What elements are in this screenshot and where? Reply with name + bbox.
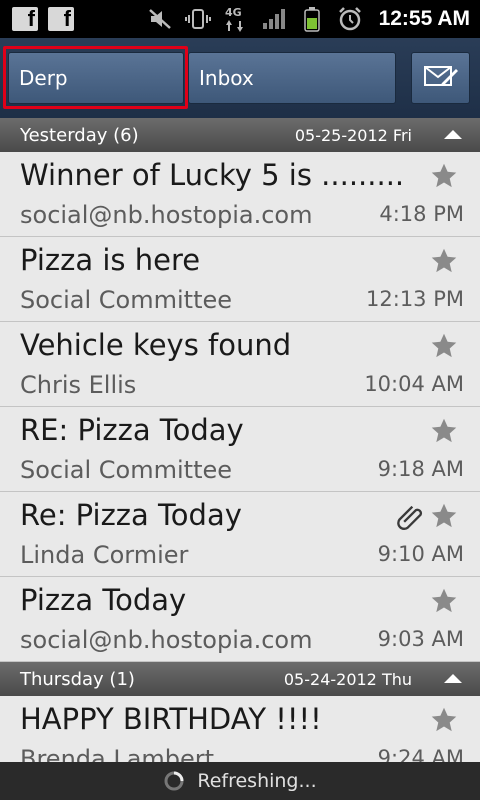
star-icon[interactable] (430, 162, 458, 190)
star-icon[interactable] (430, 417, 458, 445)
star-icon[interactable] (430, 587, 458, 615)
message-sender: Social Committee (20, 286, 233, 314)
action-bar: Derp Inbox (0, 38, 480, 118)
folder-label: Inbox (199, 66, 254, 90)
facebook-icon: f (48, 7, 74, 31)
4g-icon: 4G (223, 6, 249, 32)
notification-icons: f f (12, 7, 74, 31)
star-icon[interactable] (430, 706, 458, 734)
message-subject: RE: Pizza Today (20, 413, 244, 447)
section-title: Yesterday (6) (20, 124, 139, 146)
message-row[interactable]: RE: Pizza Today Social Committee 9:18 AM (0, 407, 480, 492)
message-sender: social@nb.hostopia.com (20, 201, 313, 229)
spinner-icon (164, 771, 184, 791)
message-subject: Pizza Today (20, 583, 187, 617)
section-date: 05-24-2012 Thu (283, 669, 412, 689)
message-time: 10:04 AM (364, 372, 464, 396)
message-time: 4:18 PM (379, 202, 464, 226)
battery-icon (299, 7, 325, 32)
folder-selector-button[interactable]: Inbox (188, 52, 396, 104)
message-sender: Linda Cormier (20, 541, 189, 569)
attachment-icon (397, 505, 422, 530)
account-selector-button[interactable]: Derp (8, 52, 184, 104)
message-row[interactable]: Winner of Lucky 5 is ......... social@nb… (0, 152, 480, 237)
message-subject: Pizza is here (20, 243, 201, 277)
refresh-status-bar: Refreshing... (0, 762, 480, 800)
message-sender: Chris Ellis (20, 371, 137, 399)
compose-mail-icon (423, 63, 458, 94)
mute-icon (147, 7, 173, 31)
message-row[interactable]: HAPPY BIRTHDAY !!!! Brenda Lambert 9:24 … (0, 696, 480, 762)
message-time: 12:13 PM (366, 287, 464, 311)
collapse-arrow-icon[interactable] (444, 674, 462, 683)
account-label: Derp (19, 66, 68, 90)
message-row[interactable]: Vehicle keys found Chris Ellis 10:04 AM (0, 322, 480, 407)
section-title: Thursday (1) (20, 668, 135, 690)
section-header-yesterday[interactable]: Yesterday (6) 05-25-2012 Fri (0, 118, 480, 152)
message-sender: Brenda Lambert (20, 745, 215, 762)
network-label: 4G (225, 6, 242, 19)
compose-button[interactable] (411, 52, 470, 104)
star-icon[interactable] (430, 332, 458, 360)
star-icon[interactable] (430, 502, 458, 530)
system-icons: 4G 12:55 AM (147, 4, 470, 34)
section-date: 05-25-2012 Fri (294, 125, 412, 145)
status-bar: f f 4G 12:55 AM (0, 0, 480, 38)
message-subject: Re: Pizza Today (20, 498, 242, 532)
status-time: 12:55 AM (378, 7, 470, 30)
refresh-status-text: Refreshing... (197, 770, 317, 792)
message-subject: Vehicle keys found (20, 328, 292, 362)
message-time: 9:03 AM (377, 627, 464, 651)
message-subject: HAPPY BIRTHDAY !!!! (20, 702, 322, 736)
message-time: 9:18 AM (377, 457, 464, 481)
message-subject: Winner of Lucky 5 is ......... (20, 158, 405, 192)
message-list[interactable]: Yesterday (6) 05-25-2012 Fri Winner of L… (0, 118, 480, 762)
message-sender: Social Committee (20, 456, 233, 484)
facebook-icon: f (12, 7, 38, 31)
signal-icon (261, 7, 287, 31)
vibrate-icon (184, 7, 211, 31)
message-sender: social@nb.hostopia.com (20, 626, 313, 654)
section-header-thursday[interactable]: Thursday (1) 05-24-2012 Thu (0, 662, 480, 696)
message-time: 9:10 AM (377, 542, 464, 566)
message-time: 9:24 AM (377, 746, 464, 762)
star-icon[interactable] (430, 247, 458, 275)
message-row[interactable]: Re: Pizza Today Linda Cormier 9:10 AM (0, 492, 480, 577)
message-row[interactable]: Pizza is here Social Committee 12:13 PM (0, 237, 480, 322)
alarm-icon (337, 7, 363, 31)
message-row[interactable]: Pizza Today social@nb.hostopia.com 9:03 … (0, 577, 480, 662)
collapse-arrow-icon[interactable] (444, 130, 462, 139)
